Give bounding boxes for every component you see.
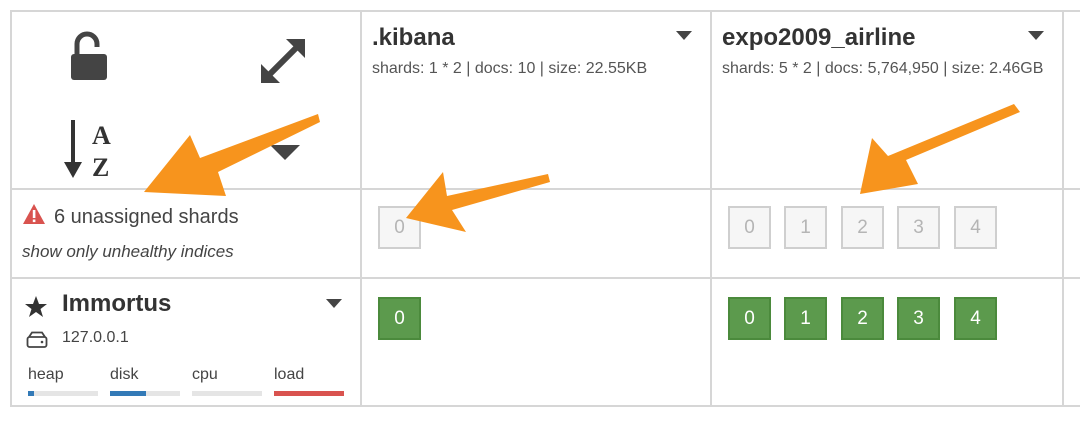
grid-line [10,277,1080,279]
grid-line [10,10,1080,12]
metric-label-load: load [274,366,305,383]
index-name[interactable]: .kibana [372,24,455,52]
sort-alpha-icon[interactable]: A Z [62,118,118,180]
grid-line [10,188,1080,190]
unlock-icon[interactable] [68,30,110,82]
metric-label-disk: disk [110,366,139,383]
node-menu-caret-icon[interactable] [326,299,342,308]
grid-line [1062,10,1064,407]
node-ip: 127.0.0.1 [62,329,129,346]
warning-icon [22,203,46,231]
grid-line [360,10,362,407]
metric-label-heap: heap [28,366,64,383]
warning-text: 6 unassigned shards [54,205,239,228]
metric-bar-cpu [192,391,262,396]
assigned-shard[interactable]: 1 [784,297,827,340]
svg-text:A: A [92,121,111,150]
assigned-shard[interactable]: 4 [954,297,997,340]
unassigned-shard[interactable]: 2 [841,206,884,249]
index-menu-caret-icon[interactable] [1028,31,1044,40]
grid-line [10,405,1080,407]
metric-bar-disk [110,391,180,396]
unassigned-shard[interactable]: 4 [954,206,997,249]
metric-label-cpu: cpu [192,366,218,383]
unassigned-shards-warning: 6 unassigned shards [22,203,239,231]
metric-fill [28,391,34,396]
metric-bar-load [274,391,344,396]
assigned-shard[interactable]: 0 [728,297,771,340]
assigned-shard[interactable]: 3 [897,297,940,340]
expand-icon[interactable] [258,36,308,86]
star-icon[interactable] [24,295,48,324]
index-name[interactable]: expo2009_airline [722,24,915,52]
index-meta: shards: 5 * 2 | docs: 5,764,950 | size: … [722,60,1044,77]
annotation-arrow [406,172,550,232]
svg-text:Z: Z [92,153,109,180]
metric-fill [274,391,344,396]
assigned-shard[interactable]: 0 [378,297,421,340]
metric-fill [110,391,147,396]
hard-drive-icon [26,331,48,354]
sort-caret-icon[interactable] [270,145,300,160]
metric-bar-heap [28,391,98,396]
annotation-arrow [860,104,1020,194]
assigned-shard[interactable]: 2 [841,297,884,340]
unhealthy-filter-link[interactable]: show only unhealthy indices [22,242,234,262]
node-name[interactable]: Immortus [62,290,171,318]
unassigned-shard[interactable]: 0 [728,206,771,249]
unassigned-shard[interactable]: 3 [897,206,940,249]
unassigned-shard[interactable]: 1 [784,206,827,249]
grid-line [10,10,12,407]
unassigned-shard[interactable]: 0 [378,206,421,249]
index-meta: shards: 1 * 2 | docs: 10 | size: 22.55KB [372,60,648,77]
index-menu-caret-icon[interactable] [676,31,692,40]
grid-line [710,10,712,407]
